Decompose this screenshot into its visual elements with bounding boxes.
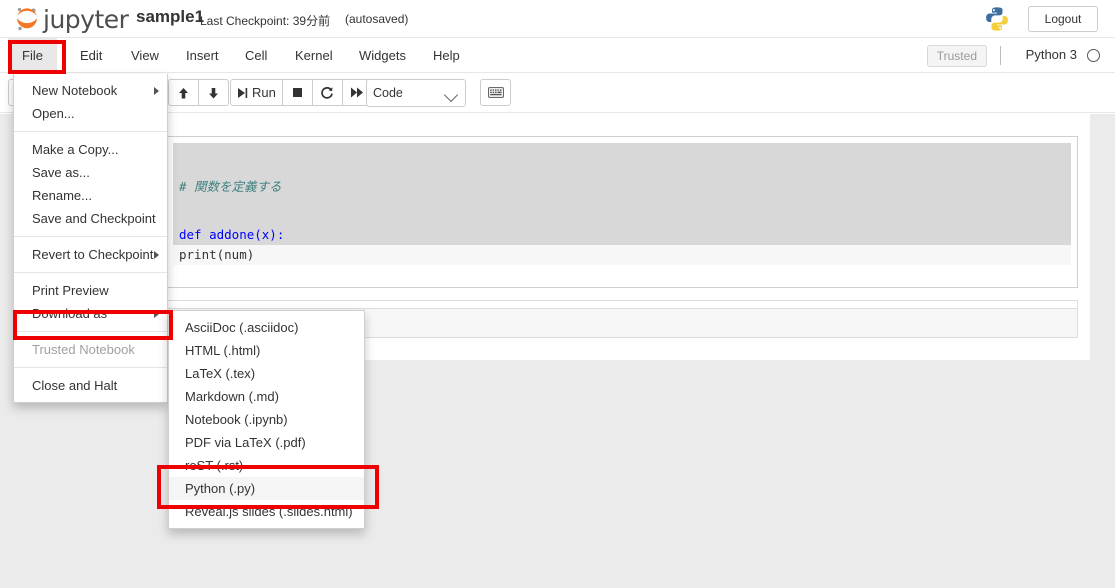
menu-cell[interactable]: Cell — [231, 38, 281, 73]
submenu-item-notebook[interactable]: Notebook (.ipynb) — [169, 408, 364, 431]
menu-item-label: Revert to Checkpoint — [32, 247, 154, 262]
run-label: Run — [252, 85, 276, 100]
menu-item-revert-to-checkpoint[interactable]: Revert to Checkpoint — [14, 243, 167, 266]
menu-insert[interactable]: Insert — [172, 38, 233, 73]
submenu-item-asciidoc[interactable]: AsciiDoc (.asciidoc) — [169, 316, 364, 339]
menu-help[interactable]: Help — [419, 38, 474, 73]
submenu-item-python[interactable]: Python (.py) — [169, 477, 364, 500]
chevron-down-icon — [443, 87, 459, 103]
menu-item-save-and-checkpoint[interactable]: Save and Checkpoint — [14, 207, 167, 230]
submenu-item-latex[interactable]: LaTeX (.tex) — [169, 362, 364, 385]
keyboard-icon[interactable] — [480, 79, 511, 106]
toolbar-move-group — [168, 79, 229, 106]
menu-item-label: Open... — [32, 106, 75, 121]
trusted-badge[interactable]: Trusted — [926, 45, 987, 67]
menu-edit[interactable]: Edit — [66, 38, 116, 73]
submenu-item-html[interactable]: HTML (.html) — [169, 339, 364, 362]
cell-type-select[interactable]: Code — [366, 79, 466, 107]
submenu-item-markdown[interactable]: Markdown (.md) — [169, 385, 364, 408]
menu-bar: File Edit View Insert Cell Kernel Widget… — [0, 38, 1115, 73]
menu-view[interactable]: View — [117, 38, 173, 73]
menu-item-print-preview[interactable]: Print Preview — [14, 279, 167, 302]
menu-item-label: Make a Copy... — [32, 142, 119, 157]
menu-item-label: Trusted Notebook — [32, 342, 135, 357]
divider — [14, 131, 167, 132]
menu-item-label: Download as — [32, 306, 108, 321]
jupyter-logo[interactable]: jupyter — [14, 4, 129, 34]
menu-item-rename[interactable]: Rename... — [14, 184, 167, 207]
stop-square-icon[interactable] — [281, 79, 313, 106]
menu-item-label: Close and Halt — [32, 378, 118, 393]
menu-item-close-and-halt[interactable]: Close and Halt — [14, 374, 167, 397]
restart-circular-arrow-icon[interactable] — [311, 79, 343, 106]
toolbar-palette-group — [480, 79, 511, 106]
menu-item-download-as[interactable]: Download as — [14, 302, 167, 325]
chevron-right-icon — [154, 87, 159, 95]
code-line: def addone(x): — [179, 227, 285, 242]
code-editor-trailing-line[interactable]: print(num) — [173, 245, 1071, 265]
notebook-name[interactable]: sample1 — [136, 7, 204, 27]
jupyter-mark-icon — [14, 6, 40, 32]
page-header: jupyter sample1 Last Checkpoint: 39分前 (a… — [0, 0, 1115, 38]
cell-type-value: Code — [373, 86, 403, 100]
menu-item-save-as[interactable]: Save as... — [14, 161, 167, 184]
divider — [14, 367, 167, 368]
menu-file[interactable]: File — [8, 38, 57, 73]
jupyter-wordmark: jupyter — [43, 4, 129, 34]
menu-item-open[interactable]: Open... — [14, 102, 167, 125]
kernel-status-icon[interactable] — [1087, 49, 1100, 62]
menu-item-label: Save and Checkpoint — [32, 211, 156, 226]
logout-button[interactable]: Logout — [1028, 6, 1098, 32]
kernel-name-label[interactable]: Python 3 — [1026, 47, 1077, 62]
arrow-up-icon[interactable] — [168, 79, 199, 106]
run-button[interactable]: Run — [230, 79, 283, 106]
code-cell-selected[interactable]: # 関数を定義する def addone(x): result = x + 1 … — [166, 136, 1078, 288]
menu-item-make-a-copy[interactable]: Make a Copy... — [14, 138, 167, 161]
menu-kernel[interactable]: Kernel — [281, 38, 347, 73]
code-line: # 関数を定義する — [179, 179, 282, 194]
divider — [14, 331, 167, 332]
divider — [14, 236, 167, 237]
submenu-item-rest[interactable]: reST (.rst) — [169, 454, 364, 477]
submenu-item-pdf[interactable]: PDF via LaTeX (.pdf) — [169, 431, 364, 454]
toolbar-run-group: Run — [230, 79, 373, 106]
autosaved-label: (autosaved) — [345, 12, 409, 26]
menu-item-label: Rename... — [32, 188, 92, 203]
download-as-submenu: AsciiDoc (.asciidoc) HTML (.html) LaTeX … — [168, 310, 365, 529]
arrow-down-icon[interactable] — [198, 79, 229, 106]
python-logo-icon — [984, 6, 1010, 32]
menu-item-label: New Notebook — [32, 83, 118, 98]
file-dropdown-menu: New Notebook Open... Make a Copy... Save… — [13, 74, 168, 403]
menu-item-new-notebook[interactable]: New Notebook — [14, 79, 167, 102]
divider — [14, 272, 167, 273]
menu-widgets[interactable]: Widgets — [345, 38, 420, 73]
last-checkpoint-label: Last Checkpoint: 39分前 — [200, 14, 331, 28]
menu-item-trusted-notebook: Trusted Notebook — [14, 338, 167, 361]
menu-item-label: Save as... — [32, 165, 90, 180]
chevron-right-icon — [154, 310, 159, 318]
menu-item-label: Print Preview — [32, 283, 109, 298]
submenu-item-revealjs[interactable]: Reveal.js slides (.slides.html) — [169, 500, 364, 523]
code-editor-input[interactable]: # 関数を定義する def addone(x): result = x + 1 … — [173, 143, 1071, 245]
chevron-right-icon — [154, 251, 159, 259]
divider — [1000, 46, 1001, 65]
